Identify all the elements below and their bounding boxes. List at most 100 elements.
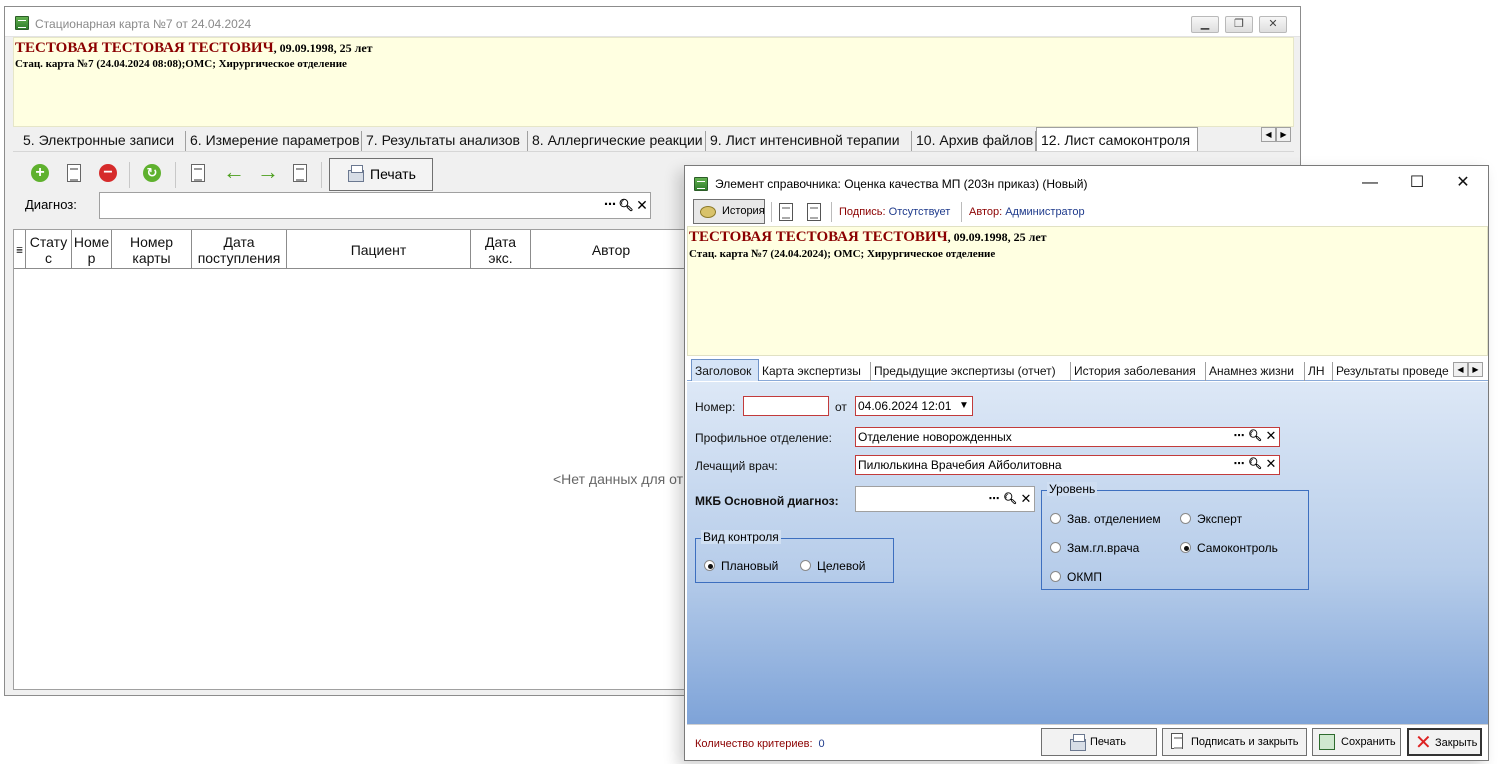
ellipsis-icon[interactable]: ⋯ xyxy=(602,193,618,218)
date-picker[interactable]: 04.06.2024 12:01 ▼ xyxy=(855,396,973,416)
tab-expertise-card[interactable]: Карта экспертизы xyxy=(759,362,871,381)
radio-planned[interactable]: Плановый xyxy=(704,559,778,573)
radio-targeted-label: Целевой xyxy=(817,559,866,573)
dialog-minimize-button[interactable]: — xyxy=(1355,172,1385,194)
col-status[interactable]: Стату с xyxy=(26,230,72,269)
col-expertise-date[interactable]: Дата экс. xyxy=(471,230,531,269)
number-input[interactable] xyxy=(743,396,829,416)
sign-and-close-button[interactable]: Подписать и закрыть xyxy=(1162,728,1307,756)
radio-expert-dot[interactable] xyxy=(1180,513,1191,524)
col-author[interactable]: Автор xyxy=(531,230,691,269)
dialog-maximize-button[interactable]: ☐ xyxy=(1402,172,1432,194)
radio-deputy-chief-dot[interactable] xyxy=(1050,542,1061,553)
tab-intensive-therapy[interactable]: 9. Лист интенсивной терапии xyxy=(706,131,912,151)
col-card-number[interactable]: Номер карты xyxy=(112,230,192,269)
radio-self-control[interactable]: Самоконтроль xyxy=(1180,541,1278,555)
dialog-tab-right-icon[interactable]: ▶ xyxy=(1468,362,1483,377)
search-icon[interactable]: 🔍︎ xyxy=(618,193,634,218)
dialog-print-button[interactable]: Печать xyxy=(1041,728,1157,756)
radio-head-dept-label: Зав. отделением xyxy=(1067,512,1161,526)
grid-empty-text: <Нет данных для от xyxy=(553,471,683,487)
list-doc-icon[interactable] xyxy=(191,164,205,182)
radio-deputy-chief[interactable]: Зам.гл.врача xyxy=(1050,541,1139,555)
arrow-left-icon[interactable]: ← xyxy=(223,161,245,183)
patient-card-line: Стац. карта №7 (24.04.2024 08:08);ОМС; Х… xyxy=(15,58,347,70)
arrow-right-icon[interactable]: → xyxy=(257,161,279,183)
doctor-ellipsis-icon[interactable]: ⋯ xyxy=(1231,456,1247,474)
col-number[interactable]: Номе р xyxy=(72,230,112,269)
sign-doc-icon[interactable] xyxy=(779,203,793,221)
export-doc-icon[interactable] xyxy=(293,164,307,182)
close-dialog-button[interactable]: ✕ Закрыть xyxy=(1407,728,1482,756)
dialog-app-icon xyxy=(694,177,708,191)
tab-previous-expertise[interactable]: Предыдущие экспертизы (отчет) xyxy=(871,362,1071,381)
radio-okmp-dot[interactable] xyxy=(1050,571,1061,582)
department-field[interactable]: Отделение новорожденных ⋯ 🔍︎ ✕ xyxy=(855,427,1280,447)
tab-scroll-left-icon[interactable]: ◀ xyxy=(1261,127,1276,142)
radio-head-dept[interactable]: Зав. отделением xyxy=(1050,512,1161,526)
patient-header: ТЕСТОВАЯ ТЕСТОВАЯ ТЕСТОВИЧ, 09.09.1998, … xyxy=(13,37,1294,127)
doctor-label: Лечащий врач: xyxy=(695,459,778,473)
tab-ln[interactable]: ЛН xyxy=(1305,362,1333,381)
radio-planned-label: Плановый xyxy=(721,559,779,573)
dialog-tab-left-icon[interactable]: ◀ xyxy=(1453,362,1468,377)
dialog-form: Номер: от 04.06.2024 12:01 ▼ Профильное … xyxy=(687,382,1488,724)
department-clear-icon[interactable]: ✕ xyxy=(1263,428,1279,446)
doctor-field[interactable]: Пилюлькина Врачебия Айболитовна ⋯ 🔍︎ ✕ xyxy=(855,455,1280,475)
radio-self-control-dot[interactable] xyxy=(1180,542,1191,553)
radio-okmp[interactable]: ОКМП xyxy=(1050,570,1102,584)
tab-parameters[interactable]: 6. Измерение параметров xyxy=(186,131,362,151)
back-titlebar: Стационарная карта №7 от 24.04.2024 ▁ ❐ … xyxy=(5,7,1300,37)
mkb-clear-icon[interactable]: ✕ xyxy=(1018,491,1034,509)
tab-self-control[interactable]: 12. Лист самоконтроля xyxy=(1036,127,1198,151)
doctor-search-icon[interactable]: 🔍︎ xyxy=(1247,456,1263,474)
close-button[interactable]: ✕ xyxy=(1259,16,1287,33)
tab-electronic-records[interactable]: 5. Электронные записи xyxy=(19,131,186,151)
diagnosis-label: Диагноз: xyxy=(25,197,77,212)
tab-analyses[interactable]: 7. Результаты анализов xyxy=(362,131,528,151)
dialog-tab-scroll-arrows[interactable]: ◀ ▶ xyxy=(1453,362,1483,377)
sign-icon xyxy=(1171,733,1183,749)
diagnosis-input[interactable]: ⋯ 🔍︎ ✕ xyxy=(99,192,651,219)
col-admission-date[interactable]: Дата поступления xyxy=(192,230,287,269)
edit-doc-icon[interactable] xyxy=(67,164,81,182)
dialog-close-button[interactable]: ✕ xyxy=(1448,172,1478,194)
tab-results[interactable]: Результаты проведе xyxy=(1333,362,1451,381)
minimize-button[interactable]: ▁ xyxy=(1191,16,1219,33)
radio-head-dept-dot[interactable] xyxy=(1050,513,1061,524)
tab-scroll-arrows[interactable]: ◀ ▶ xyxy=(1261,127,1291,142)
clear-icon[interactable]: ✕ xyxy=(634,193,650,218)
delete-icon[interactable]: − xyxy=(99,164,117,182)
col-patient[interactable]: Пациент xyxy=(287,230,471,269)
tab-life-anamnesis[interactable]: Анамнез жизни xyxy=(1206,362,1305,381)
history-button[interactable]: История xyxy=(693,199,765,224)
dropdown-arrow-icon[interactable]: ▼ xyxy=(957,397,971,415)
mkb-ellipsis-icon[interactable]: ⋯ xyxy=(986,491,1002,509)
tab-disease-history[interactable]: История заболевания xyxy=(1071,362,1206,381)
department-search-icon[interactable]: 🔍︎ xyxy=(1247,428,1263,446)
add-icon[interactable]: + xyxy=(31,164,49,182)
tab-file-archive[interactable]: 10. Архив файлов xyxy=(912,131,1036,151)
mkb-field[interactable]: ⋯ 🔍︎ ✕ xyxy=(855,486,1035,512)
tab-header[interactable]: Заголовок xyxy=(691,359,759,381)
unsign-doc-icon[interactable] xyxy=(807,203,821,221)
history-icon xyxy=(700,206,716,218)
back-print-button[interactable]: Печать xyxy=(329,158,433,191)
refresh-icon[interactable]: ↻ xyxy=(143,164,161,182)
control-type-title: Вид контроля xyxy=(701,530,781,544)
tab-allergies[interactable]: 8. Аллергические реакции xyxy=(528,131,706,151)
row-selector-icon[interactable]: ≣ xyxy=(14,230,26,269)
department-ellipsis-icon[interactable]: ⋯ xyxy=(1231,428,1247,446)
radio-targeted-dot[interactable] xyxy=(800,560,811,571)
radio-targeted[interactable]: Целевой xyxy=(800,559,865,573)
mkb-search-icon[interactable]: 🔍︎ xyxy=(1002,491,1018,509)
save-button[interactable]: Сохранить xyxy=(1312,728,1401,756)
signature-value: Отсутствует xyxy=(888,206,951,218)
restore-button[interactable]: ❐ xyxy=(1225,16,1253,33)
radio-planned-dot[interactable] xyxy=(704,560,715,571)
radio-expert[interactable]: Эксперт xyxy=(1180,512,1242,526)
dialog-patient-header: ТЕСТОВАЯ ТЕСТОВАЯ ТЕСТОВИЧ, 09.09.1998, … xyxy=(687,226,1488,356)
level-title: Уровень xyxy=(1047,482,1098,496)
doctor-clear-icon[interactable]: ✕ xyxy=(1263,456,1279,474)
tab-scroll-right-icon[interactable]: ▶ xyxy=(1276,127,1291,142)
